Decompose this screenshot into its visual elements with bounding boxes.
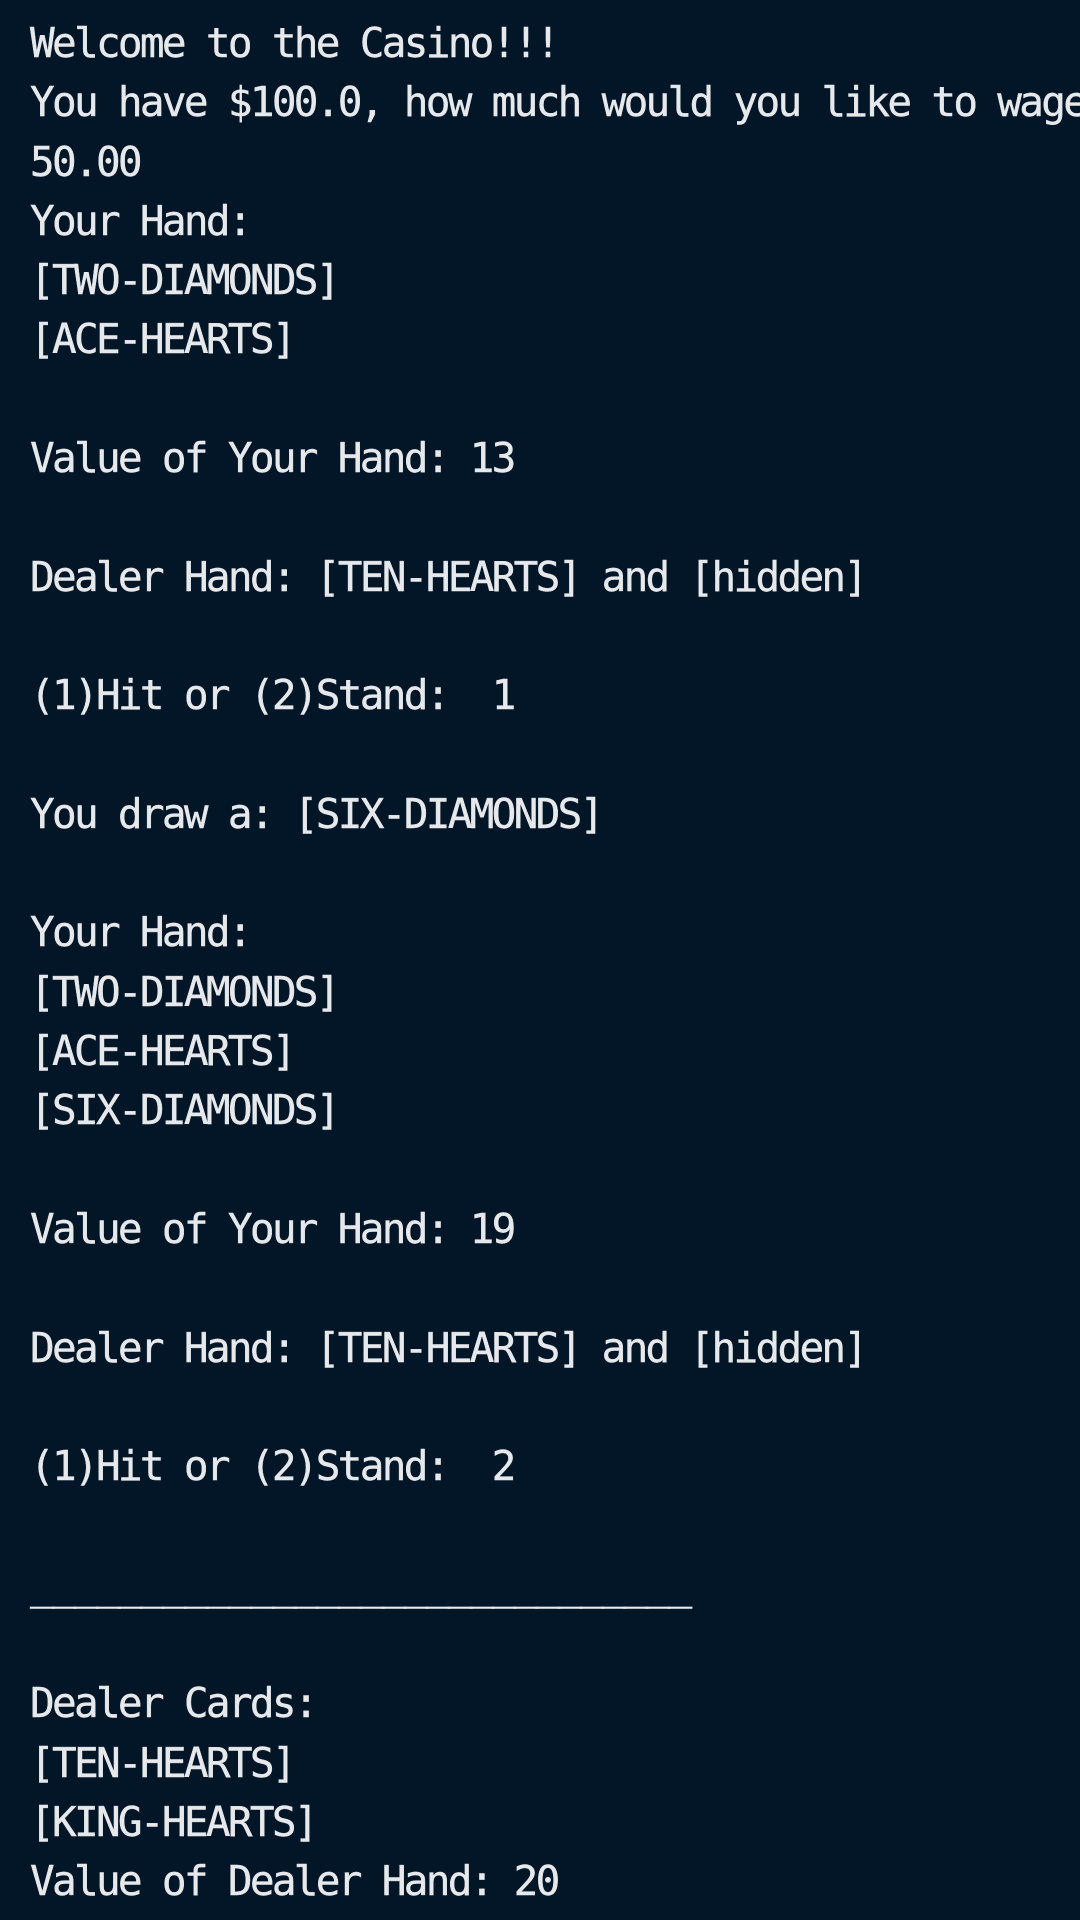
dealer-card: [KING-HEARTS] xyxy=(30,1797,319,1846)
player-card: [ACE-HEARTS] xyxy=(30,1027,297,1076)
dealer-card: [TEN-HEARTS] xyxy=(30,1738,297,1787)
terminal-output: Welcome to the Casino!!! You have $100.0… xyxy=(0,0,1080,1920)
player-card: [SIX-DIAMONDS] xyxy=(30,1086,341,1135)
wager-input-echo: 50.00 xyxy=(30,137,143,186)
player-hand-value: Value of Your Hand: 19 xyxy=(30,1204,517,1253)
separator-line: ______________________________ xyxy=(30,1560,693,1609)
welcome-message: Welcome to the Casino!!! xyxy=(30,19,561,67)
player-card: [TWO-DIAMONDS] xyxy=(30,256,341,305)
player-card: [TWO-DIAMONDS] xyxy=(30,967,341,1016)
your-hand-heading: Your Hand: xyxy=(30,908,253,957)
player-card: [ACE-HEARTS] xyxy=(30,315,297,364)
hit-stand-prompt: (1)Hit or (2)Stand: 2 xyxy=(30,1442,517,1491)
draw-message: You draw a: [SIX-DIAMONDS] xyxy=(30,789,605,838)
hit-stand-prompt: (1)Hit or (2)Stand: 1 xyxy=(30,671,517,720)
your-hand-heading: Your Hand: xyxy=(30,196,253,245)
dealer-hand-line: Dealer Hand: [TEN-HEARTS] and [hidden] xyxy=(30,1323,869,1372)
dealer-hand-line: Dealer Hand: [TEN-HEARTS] and [hidden] xyxy=(30,552,869,601)
player-hand-value: Value of Your Hand: 13 xyxy=(30,434,517,483)
wager-prompt: You have $100.0, how much would you like… xyxy=(30,78,1080,127)
dealer-hand-value: Value of Dealer Hand: 20 xyxy=(30,1857,561,1906)
dealer-cards-heading: Dealer Cards: xyxy=(30,1679,319,1728)
